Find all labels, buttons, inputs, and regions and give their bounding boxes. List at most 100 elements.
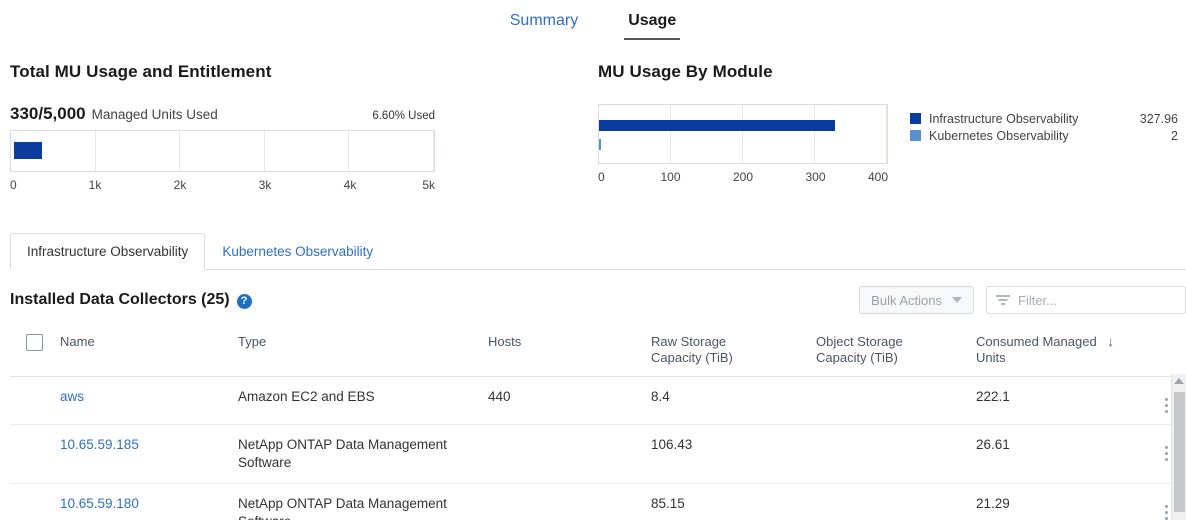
select-all-checkbox-cell: [10, 334, 60, 351]
collectors-header: Installed Data Collectors (25) ? Bulk Ac…: [10, 284, 1186, 316]
cell-name: 10.65.59.185: [60, 436, 238, 454]
dot: [1165, 452, 1168, 455]
cell-name: aws: [60, 388, 238, 406]
cell-raw-storage: 8.4: [651, 388, 816, 406]
column-header-object-storage[interactable]: Object StorageCapacity (TiB): [816, 334, 976, 366]
help-icon[interactable]: ?: [237, 294, 252, 309]
legend-label-kubernetes: Kubernetes Observability: [929, 129, 1171, 143]
chart-grid-cell: [671, 105, 743, 163]
module-chart-x-axis: 0100200300400: [598, 170, 888, 190]
dot: [1165, 446, 1168, 449]
table-body: awsAmazon EC2 and EBS4408.4222.110.65.59…: [10, 377, 1186, 520]
cell-hosts: 440: [488, 388, 651, 406]
column-header-hosts[interactable]: Hosts: [488, 334, 651, 350]
axis-tick-label: 100: [660, 170, 680, 184]
dot: [1165, 511, 1168, 514]
legend-swatch-infrastructure: [910, 113, 921, 124]
chart-grid-cell: [599, 105, 671, 163]
select-all-checkbox[interactable]: [26, 334, 43, 351]
total-mu-usage-panel: Total MU Usage and Entitlement 330/5,000…: [10, 62, 435, 198]
scroll-up-arrow-icon[interactable]: [1174, 378, 1184, 384]
tab-usage[interactable]: Usage: [624, 8, 680, 40]
managed-units-value: 330/5,000: [10, 104, 86, 124]
row-menu-icon[interactable]: [1165, 501, 1168, 520]
table-scrollbar[interactable]: [1171, 374, 1186, 520]
tab-infrastructure-observability[interactable]: Infrastructure Observability: [10, 233, 205, 270]
bar-kubernetes-observability: [599, 139, 601, 150]
sort-descending-icon[interactable]: ↓: [1107, 334, 1114, 349]
table-row[interactable]: awsAmazon EC2 and EBS4408.4222.1: [10, 377, 1186, 425]
axis-tick-label: 0: [598, 170, 605, 184]
module-chart-legend: Infrastructure Observability 327.96 Kube…: [910, 110, 1178, 144]
axis-tick-label: 300: [805, 170, 825, 184]
axis-tick-label: 3k: [259, 178, 272, 192]
total-mu-usage-summary: 330/5,000 Managed Units Used 6.60% Used: [10, 104, 435, 124]
dot: [1165, 458, 1168, 461]
column-header-consumed-label: Consumed Managed: [976, 334, 1097, 349]
filter-icon: [996, 294, 1010, 306]
cell-name: 10.65.59.180: [60, 495, 238, 513]
cell-type: NetApp ONTAP Data Management Software: [238, 495, 488, 520]
gauge-segment: [96, 131, 181, 171]
filter-input[interactable]: Filter...: [1018, 293, 1057, 308]
axis-tick-label: 5k: [422, 178, 435, 192]
column-header-raw-storage[interactable]: Raw StorageCapacity (TiB): [651, 334, 816, 366]
legend-value-infrastructure: 327.96: [1140, 112, 1178, 126]
row-menu-icon[interactable]: [1165, 442, 1168, 461]
gauge-segment: [349, 131, 434, 171]
tab-kubernetes-observability[interactable]: Kubernetes Observability: [205, 233, 390, 270]
collectors-title: Installed Data Collectors (25): [10, 291, 230, 309]
collectors-toolbar: Bulk Actions Filter...: [859, 286, 1186, 314]
bar-infrastructure-observability: [599, 120, 835, 131]
header-line: Object Storage: [816, 334, 903, 349]
percent-used-label: 6.60% Used: [372, 110, 435, 122]
table-row[interactable]: 10.65.59.185NetApp ONTAP Data Management…: [10, 425, 1186, 484]
header-line: Capacity (TiB): [816, 350, 898, 365]
total-mu-usage-title: Total MU Usage and Entitlement: [10, 62, 435, 82]
tab-summary[interactable]: Summary: [506, 8, 582, 38]
header-line: Raw Storage: [651, 334, 726, 349]
collector-name-link[interactable]: 10.65.59.185: [60, 437, 139, 452]
column-header-consumed-managed-units[interactable]: Consumed Managed ↓Units: [976, 334, 1146, 366]
collector-name-link[interactable]: 10.65.59.180: [60, 496, 139, 511]
cell-consumed-managed-units: 21.29: [976, 495, 1146, 513]
gauge-segment: [265, 131, 350, 171]
axis-tick-label: 1k: [89, 178, 102, 192]
chart-grid-cell: [743, 105, 815, 163]
filter-input-wrapper[interactable]: Filter...: [986, 286, 1186, 314]
bulk-actions-button[interactable]: Bulk Actions: [859, 286, 974, 314]
module-bar-chart: [598, 104, 888, 164]
gauge-segment: [180, 131, 265, 171]
legend-item: Kubernetes Observability 2: [910, 127, 1178, 144]
axis-tick-label: 2k: [174, 178, 187, 192]
table-header-row: Name Type Hosts Raw StorageCapacity (TiB…: [10, 328, 1186, 377]
header-line: Capacity (TiB): [651, 350, 733, 365]
column-header-name[interactable]: Name: [60, 334, 238, 350]
mu-usage-by-module-title: MU Usage By Module: [598, 62, 888, 82]
module-tab-bar: Infrastructure Observability Kubernetes …: [10, 230, 1186, 270]
row-menu-icon[interactable]: [1165, 394, 1168, 413]
cell-consumed-managed-units: 26.61: [976, 436, 1146, 454]
axis-tick-label: 400: [868, 170, 888, 184]
legend-item: Infrastructure Observability 327.96: [910, 110, 1178, 127]
table-row[interactable]: 10.65.59.180 NetApp ONTAP Data Management…: [10, 484, 1186, 520]
gauge-fill-bar: [14, 142, 42, 159]
axis-tick-label: 0: [10, 178, 17, 192]
legend-label-infrastructure: Infrastructure Observability: [929, 112, 1140, 126]
collector-name-link[interactable]: aws: [60, 389, 84, 404]
column-header-type[interactable]: Type: [238, 334, 488, 350]
mu-usage-by-module-panel: MU Usage By Module 0100200300400: [598, 62, 888, 190]
cell-type: Amazon EC2 and EBS: [238, 388, 488, 406]
scrollbar-thumb[interactable]: [1174, 392, 1185, 512]
bulk-actions-label: Bulk Actions: [871, 293, 942, 308]
legend-value-kubernetes: 2: [1171, 129, 1178, 143]
legend-swatch-kubernetes: [910, 130, 921, 141]
header-line: Units: [976, 350, 1146, 366]
total-mu-usage-x-axis: 01k2k3k4k5k: [10, 178, 435, 198]
dot: [1165, 404, 1168, 407]
chart-grid-cell: [815, 105, 887, 163]
dot: [1165, 398, 1168, 401]
managed-units-label: Managed Units Used: [92, 107, 218, 122]
dot: [1165, 505, 1168, 508]
total-mu-usage-gauge: [10, 130, 435, 172]
